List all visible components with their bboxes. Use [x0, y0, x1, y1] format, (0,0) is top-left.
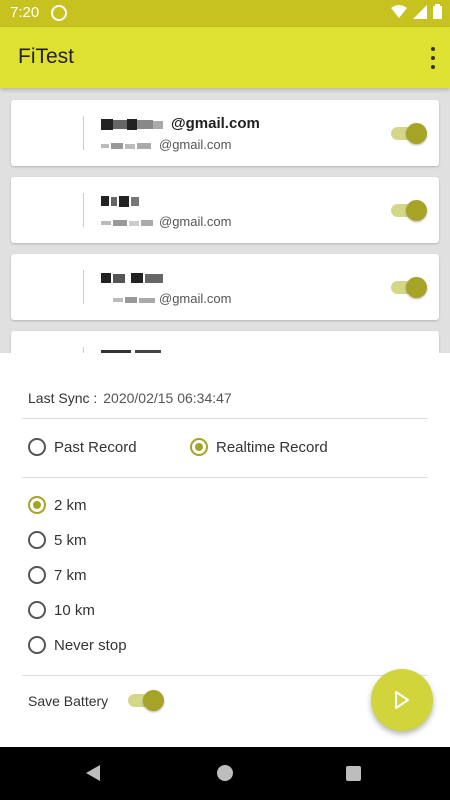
last-sync-label: Last Sync : [28, 390, 98, 406]
account-name [101, 192, 141, 209]
radio-label: 5 km [54, 531, 87, 549]
radio-circle [28, 601, 46, 619]
radio-7km[interactable]: 7 km [28, 566, 87, 584]
radio-circle [28, 566, 46, 584]
radio-10km[interactable]: 10 km [28, 601, 95, 619]
status-bar: 7:20 [0, 0, 450, 27]
last-sync: Last Sync : 2020/02/15 06:34:47 [28, 390, 232, 406]
redacted-name [101, 196, 139, 208]
radio-5km[interactable]: 5 km [28, 531, 87, 549]
card-divider [83, 270, 84, 304]
account-name [101, 269, 165, 286]
radio-circle [28, 636, 46, 654]
radio-circle [28, 438, 46, 456]
redacted-email [101, 142, 151, 149]
account-card[interactable]: @gmail.com [11, 254, 439, 320]
app-bar: FiTest [0, 27, 450, 88]
account-name [101, 346, 165, 353]
account-name: @gmail.com [101, 115, 260, 132]
card-divider [83, 116, 84, 150]
play-button[interactable] [371, 669, 433, 731]
radio-past-record[interactable]: Past Record [28, 438, 137, 456]
radio-label: Never stop [54, 636, 127, 654]
redacted-email [101, 219, 153, 226]
radio-label: 10 km [54, 601, 95, 619]
radio-label: 7 km [54, 566, 87, 584]
radio-label: 2 km [54, 496, 87, 514]
radio-label: Realtime Record [216, 438, 328, 456]
account-email: @gmail.com [101, 291, 231, 306]
save-battery-label: Save Battery [28, 693, 109, 709]
status-icons [391, 4, 442, 19]
radio-2km[interactable]: 2 km [28, 496, 87, 514]
app-title: FiTest [18, 45, 75, 68]
account-email: @gmail.com [101, 214, 231, 229]
status-time: 7:20 [10, 4, 40, 21]
account-card[interactable]: @gmail.com @gmail.com [11, 100, 439, 166]
redacted-name [101, 119, 163, 131]
last-sync-value: 2020/02/15 06:34:47 [103, 390, 232, 406]
battery-icon [433, 4, 442, 19]
navigation-bar [0, 747, 450, 800]
redacted-email [113, 296, 155, 303]
redacted-name [101, 273, 163, 284]
save-battery-toggle[interactable] [126, 690, 164, 711]
radio-label: Past Record [54, 438, 137, 456]
signal-icon [413, 4, 427, 19]
back-icon[interactable] [86, 765, 100, 781]
divider [22, 477, 428, 478]
account-card[interactable]: @gmail.com [11, 177, 439, 243]
radio-never-stop[interactable]: Never stop [28, 636, 127, 654]
radio-circle [28, 531, 46, 549]
account-enabled-toggle[interactable] [389, 200, 427, 221]
play-icon [395, 691, 409, 709]
radio-circle [28, 496, 46, 514]
account-list: @gmail.com @gmail.com @gmail.com @gmail.… [0, 88, 450, 353]
divider [22, 675, 428, 676]
radio-realtime-record[interactable]: Realtime Record [190, 438, 328, 456]
account-card-partial[interactable] [11, 331, 439, 353]
more-options-icon[interactable] [430, 47, 436, 69]
radio-circle [190, 438, 208, 456]
sync-icon [51, 5, 67, 21]
recent-apps-icon[interactable] [346, 766, 361, 781]
account-email: @gmail.com [101, 137, 231, 152]
home-icon[interactable] [217, 765, 233, 781]
account-enabled-toggle[interactable] [389, 123, 427, 144]
account-enabled-toggle[interactable] [389, 277, 427, 298]
divider [22, 418, 428, 419]
wifi-icon [391, 4, 407, 18]
card-divider [83, 193, 84, 227]
